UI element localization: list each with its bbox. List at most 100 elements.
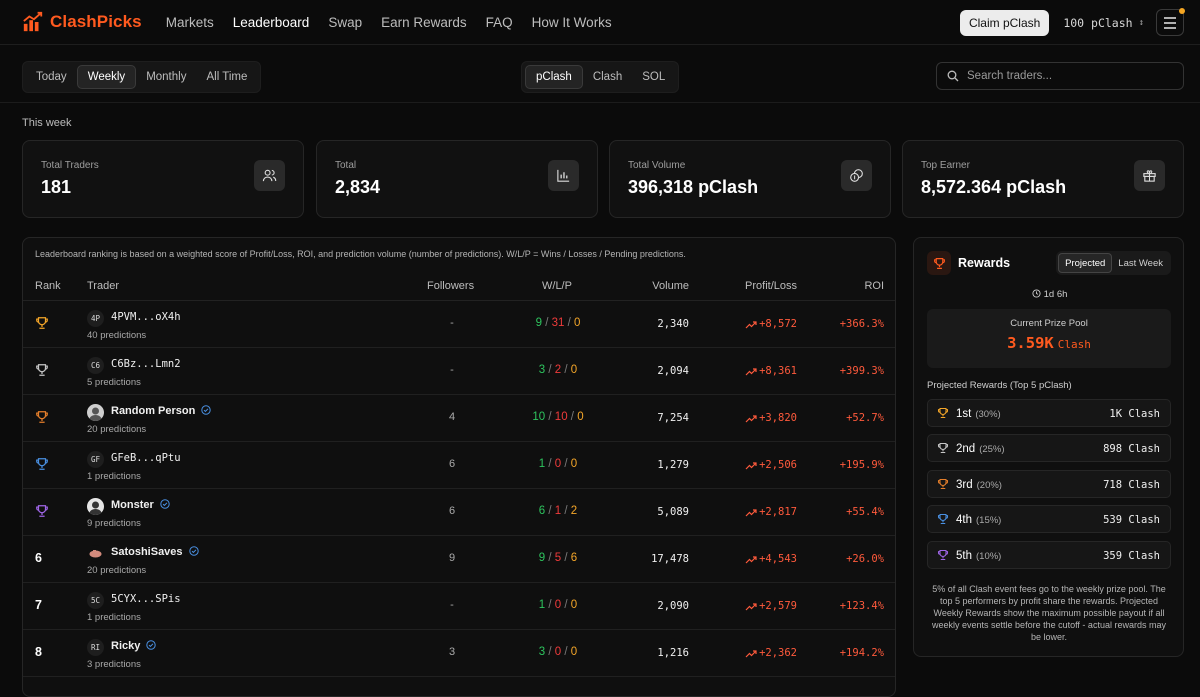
col-wlp: W/L/P	[542, 280, 572, 292]
menu-icon	[1164, 16, 1176, 29]
table-row[interactable]: 7 5C 5CYX...SPis 1 predictions - 1 / 0 /…	[23, 583, 895, 630]
table-row[interactable]: Random Person 20 predictions 4 10 / 10 /…	[23, 395, 895, 442]
avatar: 5C	[87, 592, 104, 609]
stat-label: Top Earner	[921, 160, 970, 171]
roi: +195.9%	[839, 459, 884, 471]
roi: +194.2%	[839, 647, 884, 659]
top-nav: ClashPicks Markets Leaderboard Swap Earn…	[0, 0, 1200, 45]
nav-link-faq[interactable]: FAQ	[486, 15, 513, 30]
tab-last-week[interactable]: Last Week	[1112, 253, 1169, 273]
stat-value: 8,572.364 pClash	[921, 177, 1067, 197]
prize-amount: 359 Clash	[1103, 550, 1160, 562]
roi: +55.4%	[846, 506, 884, 518]
verified-icon	[146, 640, 157, 650]
table-row[interactable]: 6 SatoshiSaves 20 predictions 9 9 / 5 / …	[23, 536, 895, 583]
stat-value: 181	[41, 177, 72, 197]
roi: +52.7%	[846, 412, 884, 424]
profit-loss: +2,817	[745, 506, 797, 518]
table-row[interactable]: C6 C6Bz...Lmn2 5 predictions - 3 / 2 / 0…	[23, 348, 895, 395]
nav-link-leaderboard[interactable]: Leaderboard	[233, 15, 310, 30]
app-name: ClashPicks	[50, 12, 142, 31]
search-box	[936, 62, 1184, 90]
nav-link-how-it-works[interactable]: How It Works	[532, 15, 612, 30]
trader-name[interactable]: Ricky	[111, 640, 157, 652]
leaderboard-note: Leaderboard ranking is based on a weight…	[35, 249, 686, 259]
balance-selector[interactable]: 100 pClash ↕	[1063, 16, 1144, 30]
prediction-count: 1 predictions	[87, 471, 141, 482]
gold-trophy-icon	[937, 407, 949, 419]
users-icon	[254, 160, 285, 191]
pending: 0	[573, 317, 581, 329]
trader-name[interactable]: C6Bz...Lmn2	[111, 358, 181, 370]
prize-place: 5th (10%)	[956, 550, 1002, 562]
table-row[interactable]: Monster 9 predictions 6 6 / 1 / 2 5,089 …	[23, 489, 895, 536]
token-sol[interactable]: SOL	[632, 65, 675, 89]
wlp: 10 / 10 / 0	[532, 411, 584, 423]
profit-loss: +4,543	[745, 553, 797, 565]
trend-up-icon	[745, 320, 757, 328]
countdown: 1d 6h	[914, 289, 1185, 300]
trophy-icon	[927, 251, 951, 275]
silver-trophy-icon	[937, 442, 949, 454]
leaderboard-table: Leaderboard ranking is based on a weight…	[22, 237, 896, 697]
period-all-time[interactable]: All Time	[196, 65, 257, 89]
nav-link-earn-rewards[interactable]: Earn Rewards	[381, 15, 467, 30]
search-icon	[947, 70, 959, 82]
prize-amount: 1K Clash	[1109, 408, 1160, 420]
period-monthly[interactable]: Monthly	[136, 65, 196, 89]
rank-number: 8	[35, 645, 42, 659]
claim-pclash-button[interactable]: Claim pClash	[959, 9, 1050, 36]
losses: 31	[551, 317, 565, 329]
profit-loss: +3,820	[745, 412, 797, 424]
nav-link-swap[interactable]: Swap	[328, 15, 362, 30]
stat-card-top-earner: Top Earner 8,572.364 pClash	[902, 140, 1184, 218]
nav-link-markets[interactable]: Markets	[166, 15, 214, 30]
followers: -	[450, 364, 454, 376]
token-filter: pClash Clash SOL	[521, 61, 680, 93]
tab-projected[interactable]: Projected	[1058, 253, 1113, 273]
profit-loss: +8,572	[745, 318, 797, 330]
period-today[interactable]: Today	[26, 65, 77, 89]
pending: 0	[577, 411, 584, 423]
trader-name[interactable]: 4PVM...oX4h	[111, 311, 181, 323]
search-input[interactable]	[967, 70, 1167, 82]
notification-dot	[1179, 8, 1185, 14]
col-followers: Followers	[427, 280, 475, 292]
followers: -	[450, 599, 454, 611]
trend-up-icon	[745, 414, 757, 422]
prediction-count: 3 predictions	[87, 659, 141, 670]
trader-name[interactable]: Monster	[111, 499, 170, 511]
period-weekly[interactable]: Weekly	[76, 65, 137, 89]
verified-icon	[201, 405, 212, 415]
volume: 2,090	[657, 600, 689, 612]
rank-number: 6	[35, 551, 42, 565]
rewards-title: Rewards	[958, 256, 1011, 270]
silver-trophy-icon	[36, 364, 48, 376]
trader-name[interactable]: GFeB...qPtu	[111, 452, 181, 464]
token-pclash[interactable]: pClash	[525, 65, 583, 89]
table-row[interactable]: GF GFeB...qPtu 1 predictions 6 1 / 0 / 0…	[23, 442, 895, 489]
prediction-count: 20 predictions	[87, 424, 147, 435]
followers: 6	[448, 458, 456, 470]
pending: 0	[570, 458, 578, 470]
trader-name[interactable]: SatoshiSaves	[111, 546, 199, 558]
logo[interactable]: ClashPicks	[22, 11, 142, 33]
table-row[interactable]: 8 RI Ricky 3 predictions 3 3 / 0 / 0 1,2…	[23, 630, 895, 677]
volume: 5,089	[657, 506, 689, 518]
trader-name[interactable]: Random Person	[111, 405, 212, 417]
avatar: RI	[87, 639, 104, 656]
verified-icon	[188, 546, 199, 556]
logo-chart-icon	[23, 11, 43, 32]
chevron-updown-icon: ↕	[1138, 17, 1144, 28]
bar-chart-icon	[548, 160, 579, 191]
token-clash[interactable]: Clash	[583, 65, 632, 89]
prize-place: 4th (15%)	[956, 514, 1002, 526]
table-row[interactable]: 4P 4PVM...oX4h 40 predictions - 9 / 31 /…	[23, 301, 895, 348]
trader-name[interactable]: 5CYX...SPis	[111, 593, 181, 605]
period-filter: Today Weekly Monthly All Time	[22, 61, 262, 93]
bronze-trophy-icon	[937, 478, 949, 490]
stat-value: 396,318 pClash	[628, 177, 759, 197]
roi: +26.0%	[846, 553, 884, 565]
avatar-photo	[87, 545, 104, 562]
menu-button[interactable]	[1156, 8, 1185, 36]
